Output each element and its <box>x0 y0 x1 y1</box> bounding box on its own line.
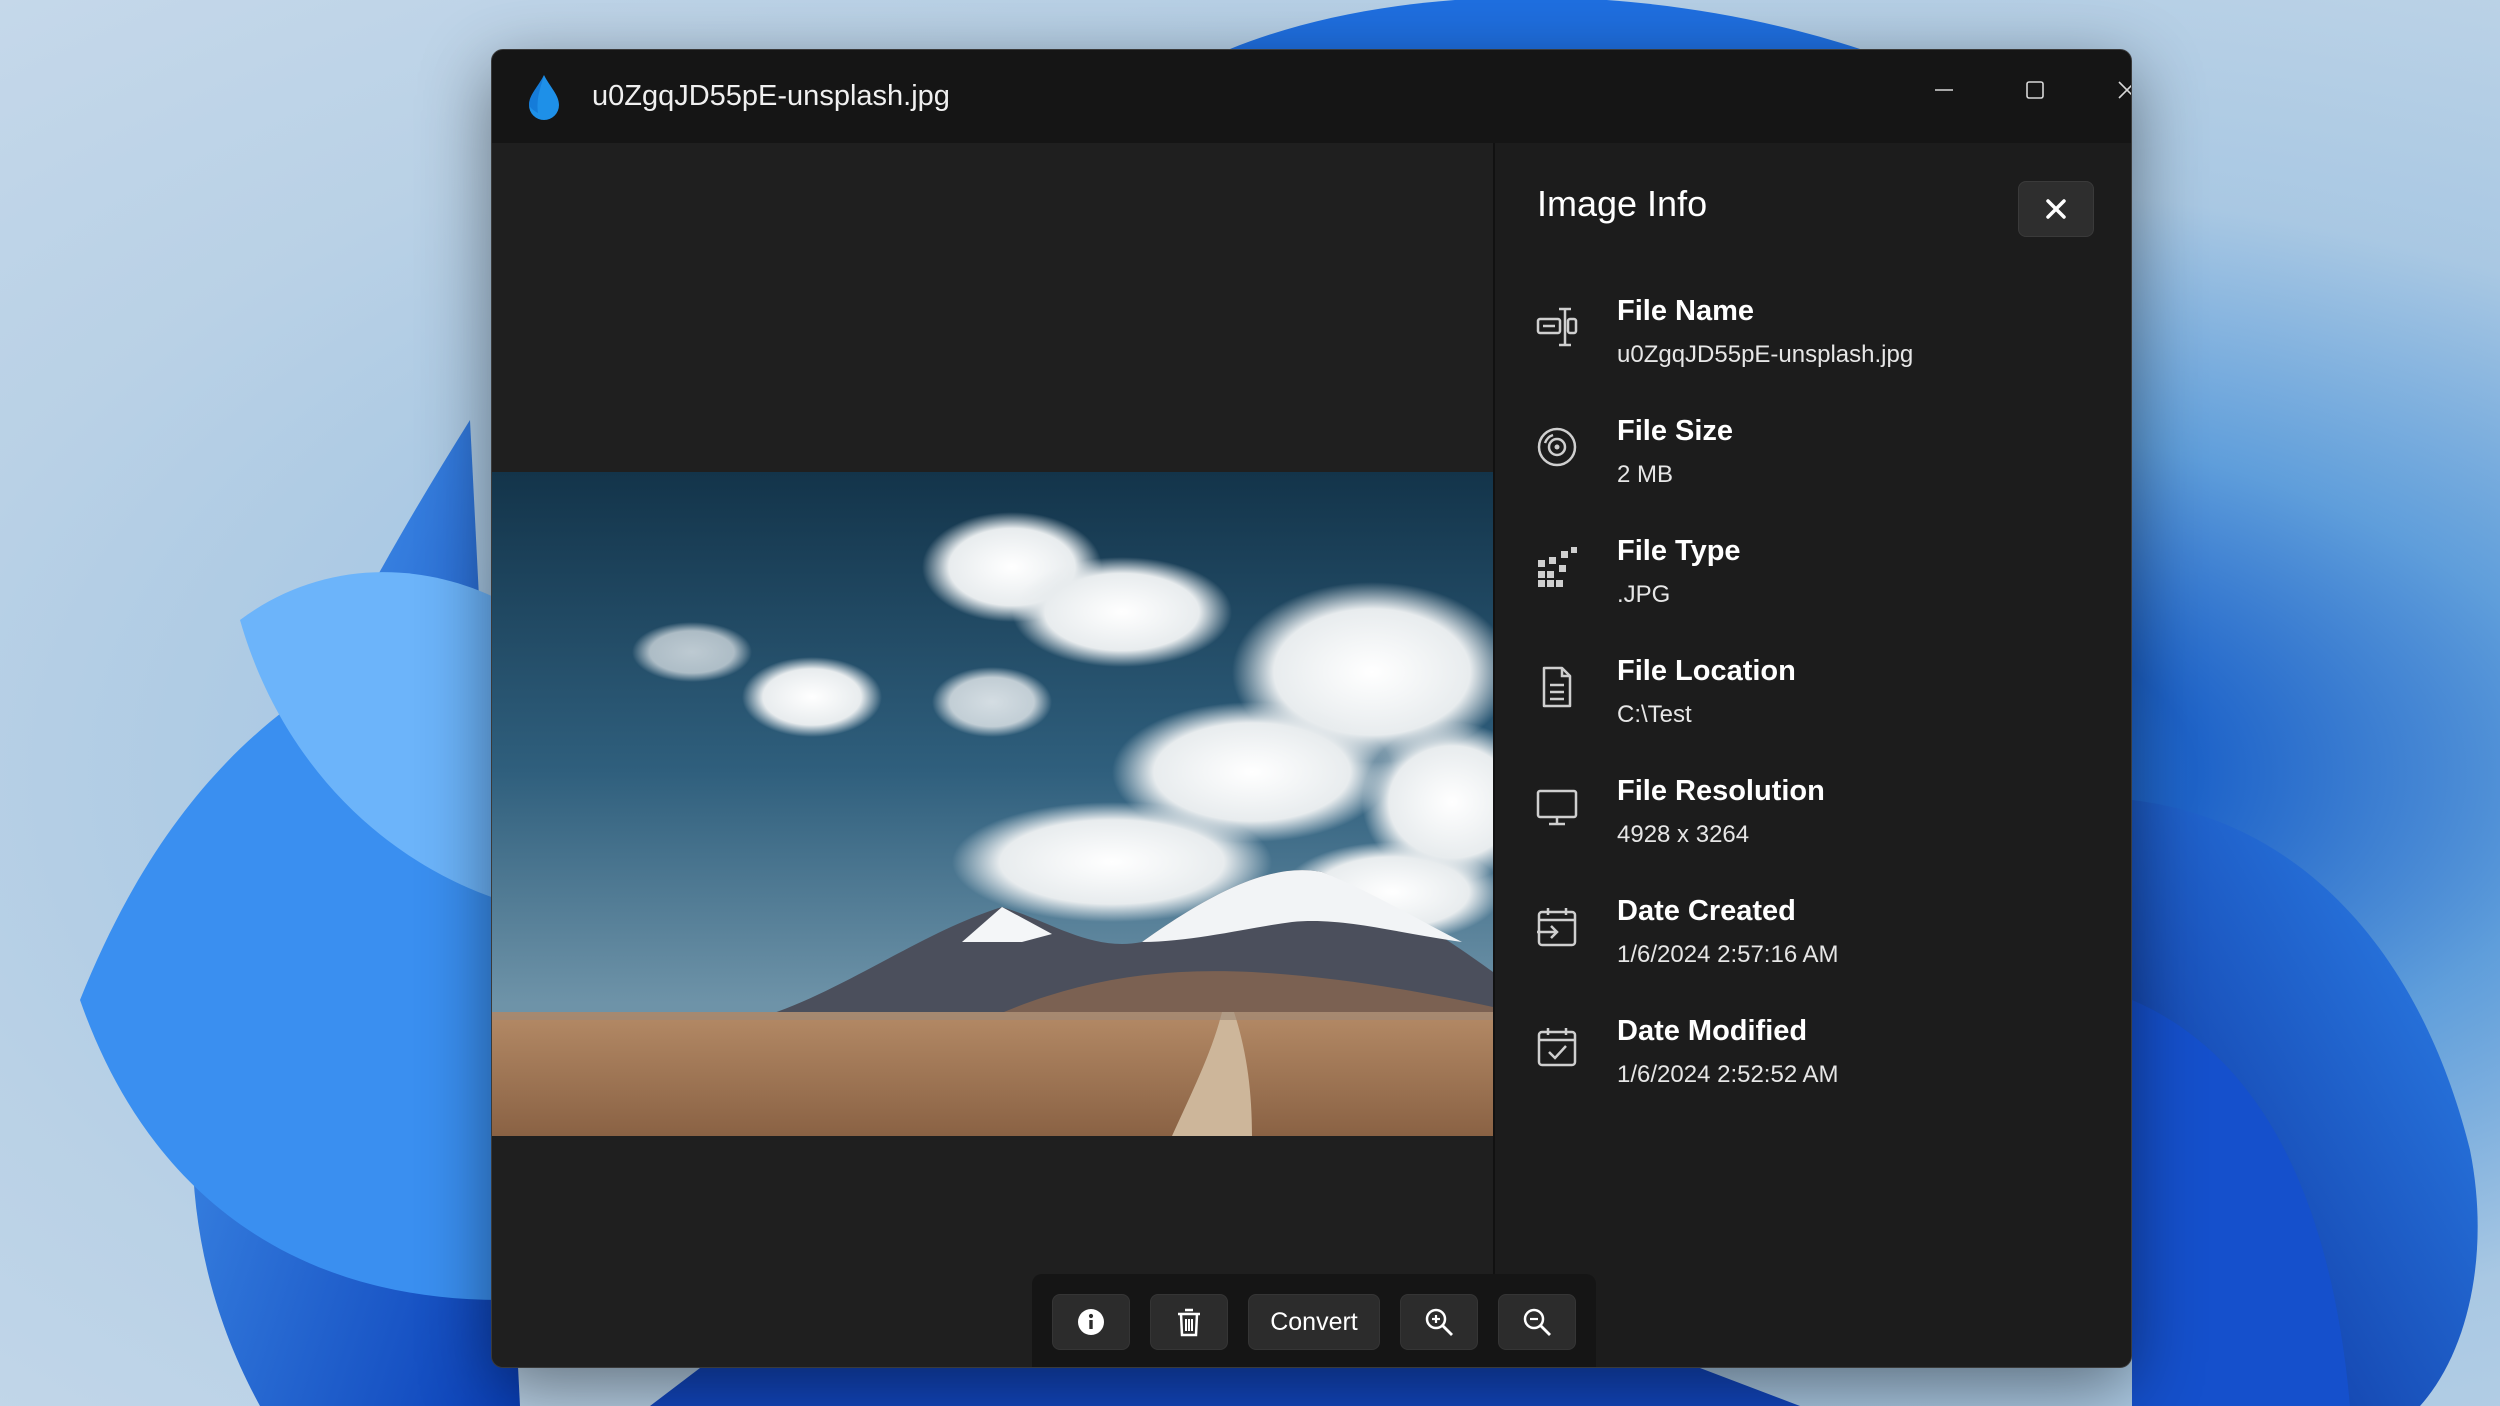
info-value: 1/6/2024 2:57:16 AM <box>1617 941 1839 968</box>
info-label: File Type <box>1617 535 1741 567</box>
info-row-date-created: Date Created 1/6/2024 2:57:16 AM <box>1495 895 2131 1005</box>
panel-close-button[interactable] <box>2018 181 2094 237</box>
info-icon <box>1078 1309 1104 1335</box>
info-value: u0ZgqJD55pE-unsplash.jpg <box>1617 341 1914 368</box>
convert-label: Convert <box>1270 1307 1358 1336</box>
image-viewer-window: u0ZgqJD55pE-unsplash.jpg Image Info File… <box>491 49 2132 1368</box>
calendar-import-icon <box>1537 908 1577 947</box>
minimize-icon <box>1935 89 1953 91</box>
zoom-out-icon <box>1523 1308 1551 1336</box>
zoom-in-button[interactable] <box>1400 1294 1478 1350</box>
trash-icon <box>1178 1308 1200 1337</box>
close-icon <box>2046 199 2066 219</box>
image-info-panel: Image Info File Name u0ZgqJD55pE-unsplas… <box>1493 143 2131 1367</box>
info-label: File Resolution <box>1617 775 1825 807</box>
minimize-button[interactable] <box>1909 64 1979 116</box>
info-row-file-resolution: File Resolution 4928 x 3264 <box>1495 775 2131 885</box>
disc-icon <box>1537 427 1577 467</box>
info-label: File Size <box>1617 415 1734 447</box>
close-icon <box>2118 81 2131 99</box>
image-canvas[interactable] <box>492 143 1493 1367</box>
info-label: Date Created <box>1617 895 1796 927</box>
displayed-photo <box>492 472 1493 1136</box>
file-name-icon <box>1536 307 1578 347</box>
title-bar[interactable]: u0ZgqJD55pE-unsplash.jpg <box>492 50 2131 143</box>
info-button[interactable] <box>1052 1294 1130 1350</box>
info-value: .JPG <box>1617 581 1671 608</box>
maximize-icon <box>2026 81 2044 99</box>
info-row-file-type: File Type .JPG <box>1495 535 2131 645</box>
file-type-icon <box>1538 547 1577 587</box>
zoom-out-button[interactable] <box>1498 1294 1576 1350</box>
document-icon <box>1542 666 1572 708</box>
info-row-file-size: File Size 2 MB <box>1495 415 2131 525</box>
water-drop-icon <box>529 75 559 120</box>
info-row-file-name: File Name u0ZgqJD55pE-unsplash.jpg <box>1495 295 2131 405</box>
delete-button[interactable] <box>1150 1294 1228 1350</box>
info-label: File Name <box>1617 295 1754 327</box>
calendar-check-icon <box>1537 1028 1577 1067</box>
bottom-toolbar: Convert <box>1032 1274 1596 1367</box>
info-row-file-location: File Location C:\Test <box>1495 655 2131 765</box>
info-label: File Location <box>1617 655 1796 687</box>
maximize-button[interactable] <box>2000 64 2070 116</box>
panel-title: Image Info <box>1537 183 1708 224</box>
zoom-in-icon <box>1425 1308 1453 1336</box>
info-label: Date Modified <box>1617 1015 1808 1047</box>
convert-button[interactable]: Convert <box>1248 1294 1380 1350</box>
info-value: 2 MB <box>1617 461 1674 488</box>
monitor-icon <box>1536 789 1578 826</box>
close-window-button[interactable] <box>2092 64 2131 116</box>
info-value: 4928 x 3264 <box>1617 821 1750 848</box>
window-title: u0ZgqJD55pE-unsplash.jpg <box>592 80 950 112</box>
info-row-date-modified: Date Modified 1/6/2024 2:52:52 AM <box>1495 1015 2131 1125</box>
info-value: 1/6/2024 2:52:52 AM <box>1617 1061 1839 1088</box>
info-value: C:\Test <box>1617 701 1692 728</box>
